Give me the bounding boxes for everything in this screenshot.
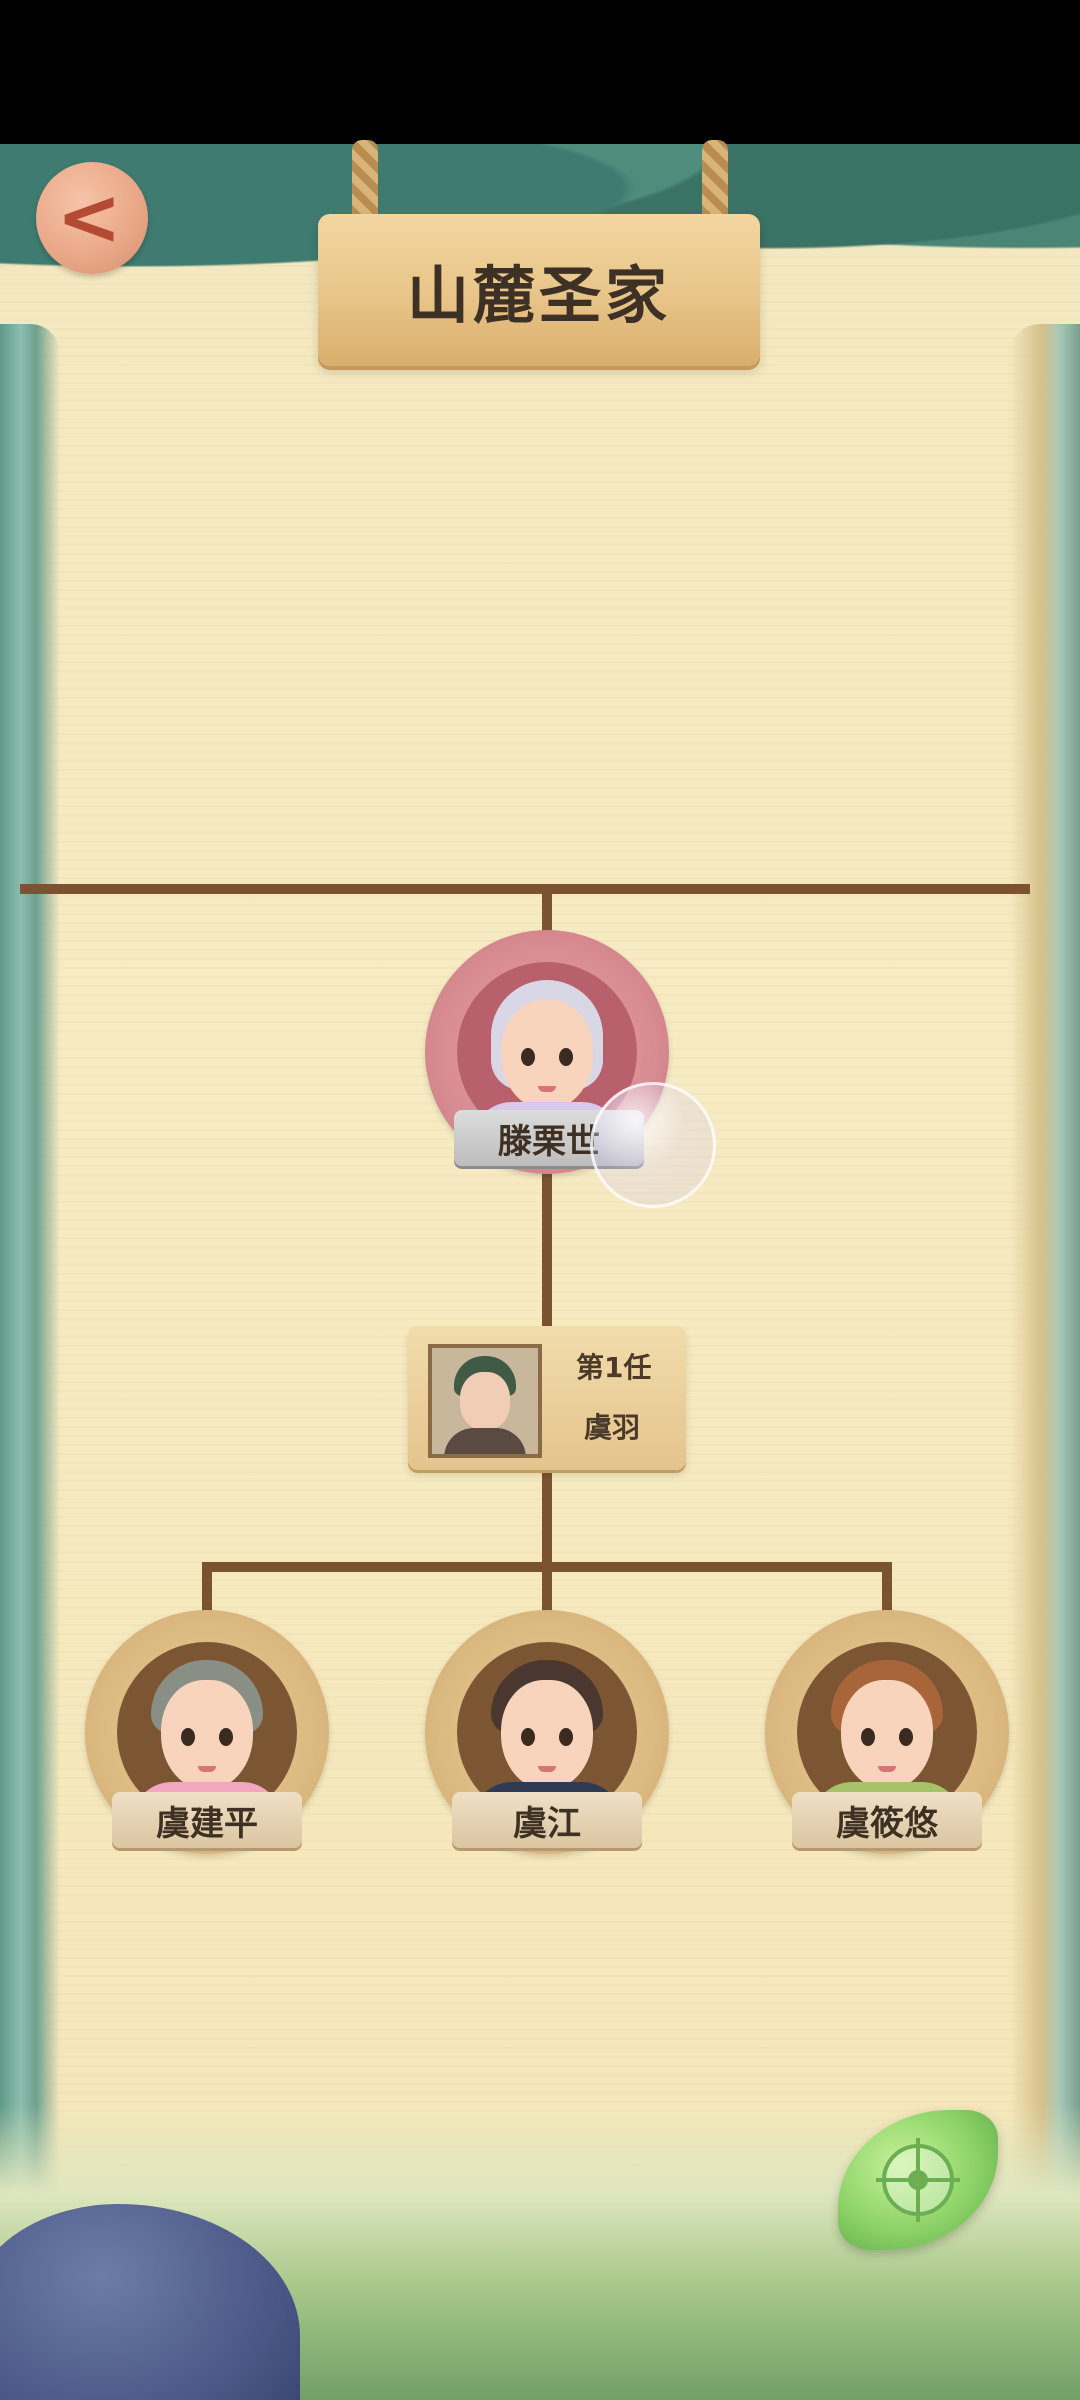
page-title-board: 山麓圣家 <box>318 214 760 366</box>
target-icon <box>876 2138 960 2222</box>
member-name-child-1: 虞建平 <box>112 1792 302 1848</box>
spouse-name: 虞羽 <box>584 1411 641 1444</box>
chevron-left-icon: < <box>56 173 122 263</box>
right-vine <box>1010 324 1080 2284</box>
connector-root <box>542 884 552 936</box>
spouse-photo <box>428 1344 542 1458</box>
connector-spouse <box>542 1170 552 1330</box>
connector-children <box>542 1470 552 1570</box>
member-name-child-3: 虞筱悠 <box>792 1792 982 1848</box>
status-bar-area <box>0 0 1080 144</box>
left-vine <box>0 324 60 2284</box>
connector-child-2 <box>542 1562 552 1614</box>
bubble-effect <box>590 1082 716 1208</box>
back-button[interactable]: < <box>36 162 148 274</box>
spouse-order: 第1任 <box>576 1351 652 1384</box>
family-tree-screen <box>0 144 1080 2400</box>
connector-child-3 <box>882 1562 892 1614</box>
page-title: 山麓圣家 <box>406 259 671 332</box>
generation-line <box>20 884 1030 894</box>
paper-texture <box>0 144 1080 2400</box>
member-name-child-2: 虞江 <box>452 1792 642 1848</box>
connector-child-1 <box>202 1562 212 1614</box>
spouse-card[interactable]: 第1任 虞羽 <box>408 1326 686 1470</box>
